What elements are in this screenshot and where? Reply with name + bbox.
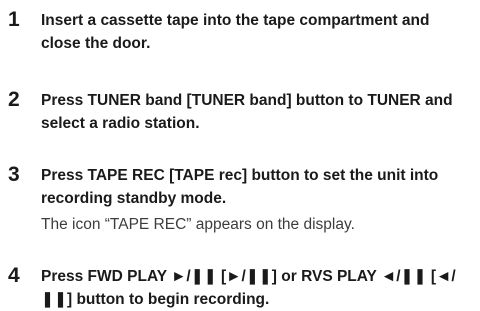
step-number: 2 [8,88,20,111]
step-instruction: Press TAPE REC [TAPE rec] button to set … [41,167,439,207]
step-instruction: Press TUNER band [TUNER band] button to … [41,92,453,132]
step-note: The icon “TAPE REC” appears on the displ… [41,216,355,233]
step-number: 3 [8,163,20,186]
step-instruction: Press FWD PLAY ►/❚❚ [►/❚❚] or RVS PLAY ◄… [41,268,456,308]
step-number: 4 [8,264,20,287]
step-instruction: Insert a cassette tape into the tape com… [41,12,430,52]
step-number: 1 [8,8,20,31]
